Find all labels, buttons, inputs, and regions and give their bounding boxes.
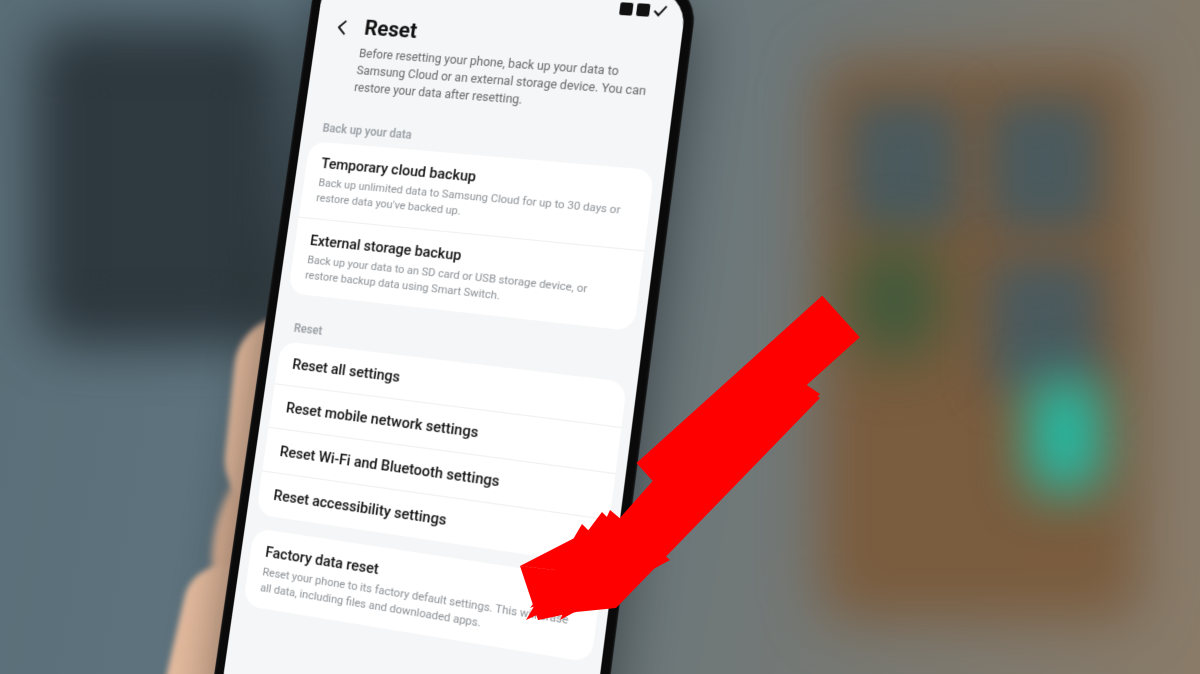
bg-picture-frame [40, 30, 280, 340]
bg-book [1030, 380, 1100, 490]
status-icon [653, 4, 668, 18]
chevron-left-icon [332, 17, 353, 37]
phone-screen: 14:42 Reset Before resetting your phone,… [219, 0, 688, 674]
status-icon [636, 3, 651, 17]
bg-shelf-cubby [850, 100, 960, 230]
bg-shelf-cubby [990, 100, 1100, 230]
back-button[interactable] [332, 17, 353, 37]
page-title: Reset [363, 17, 419, 44]
status-icon [619, 2, 634, 15]
bg-shelf-cubby [990, 260, 1100, 390]
bg-plant [850, 240, 940, 360]
status-icons [619, 2, 668, 18]
android-nav-bar: ||| [219, 670, 592, 674]
photo-scene: 14:42 Reset Before resetting your phone,… [0, 0, 1200, 674]
phone: 14:42 Reset Before resetting your phone,… [208, 0, 699, 674]
